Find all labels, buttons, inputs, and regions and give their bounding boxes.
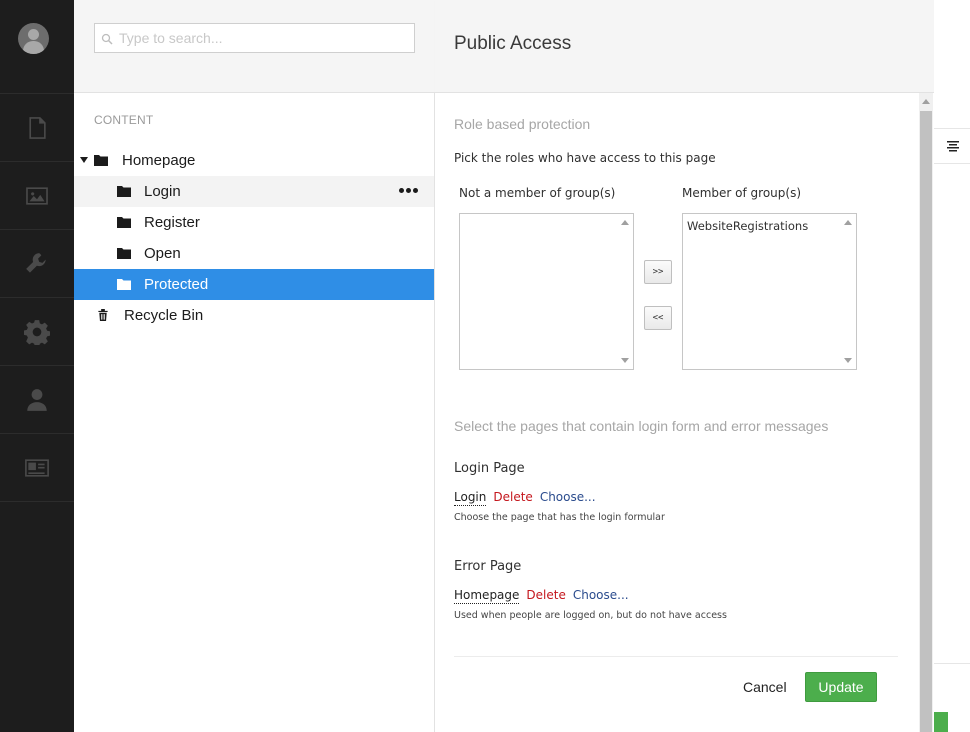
role-instructions: Pick the roles who have access to this p… — [454, 151, 716, 165]
dialog-title: Public Access — [454, 33, 572, 54]
align-icon[interactable] — [946, 139, 960, 153]
app: CONTENT Homepage Login Register Open Pro… — [0, 0, 970, 732]
pages-section-title: Select the pages that contain login form… — [454, 418, 829, 434]
login-page-value[interactable]: Login — [454, 490, 487, 506]
remove-from-group-button[interactable]: << — [644, 306, 672, 330]
tree-header — [74, 0, 435, 93]
folder-icon — [117, 217, 131, 228]
content-tree-pane: CONTENT Homepage Login Register Open Pro… — [74, 0, 435, 732]
document-icon — [29, 116, 46, 139]
tree-node-protected[interactable]: Protected — [74, 269, 434, 300]
divider — [934, 663, 970, 664]
tree-node-label: Login — [144, 183, 181, 200]
more-icon[interactable] — [399, 188, 418, 193]
rail-divider — [0, 501, 74, 502]
rail-content-button[interactable] — [0, 93, 74, 161]
background-editor-pane — [934, 0, 970, 732]
add-to-group-button[interactable]: >> — [644, 260, 672, 284]
tree-node-label: Open — [144, 245, 181, 262]
error-page-help: Used when people are logged on, but do n… — [454, 610, 727, 621]
tree-node-label: Homepage — [122, 152, 196, 169]
wrench-icon — [26, 252, 46, 273]
login-page-label: Login Page — [454, 461, 525, 476]
search-icon — [101, 33, 113, 45]
footer-divider — [454, 656, 898, 657]
login-page-help: Choose the page that has the login formu… — [454, 512, 665, 523]
tree-node-login[interactable]: Login — [74, 176, 434, 207]
editor-toolbar — [934, 128, 970, 164]
rail-users-button[interactable] — [0, 365, 74, 433]
update-button[interactable]: Update — [805, 672, 877, 702]
tree-node-register[interactable]: Register — [74, 207, 434, 238]
public-access-dialog: Public Access Role based protection Pick… — [435, 0, 934, 732]
id-card-icon — [25, 458, 49, 477]
tree-node-recycle-bin[interactable]: Recycle Bin — [74, 300, 434, 331]
rail-members-button[interactable] — [0, 433, 74, 501]
error-page-picker: Homepage Delete Choose... — [454, 588, 629, 604]
folder-icon — [117, 279, 131, 290]
gear-icon — [24, 319, 50, 345]
section-rail — [0, 0, 74, 732]
list-item[interactable]: WebsiteRegistrations — [687, 219, 808, 233]
user-icon — [27, 388, 47, 411]
folder-icon — [117, 248, 131, 259]
tree-node-label: Recycle Bin — [124, 307, 204, 324]
tree-node-open[interactable]: Open — [74, 238, 434, 269]
error-page-value[interactable]: Homepage — [454, 588, 520, 604]
cancel-button[interactable]: Cancel — [743, 679, 787, 695]
not-member-listbox[interactable] — [459, 213, 634, 370]
rail-media-button[interactable] — [0, 161, 74, 229]
dialog-header: Public Access — [435, 0, 934, 93]
image-icon — [26, 186, 48, 205]
tree-section-label: CONTENT — [94, 113, 154, 127]
member-label: Member of group(s) — [682, 186, 802, 200]
dialog-scrollbar[interactable] — [919, 93, 933, 732]
listbox-scrollbar[interactable] — [617, 214, 633, 369]
tree-node-homepage[interactable]: Homepage — [74, 145, 434, 176]
member-listbox[interactable]: WebsiteRegistrations — [682, 213, 857, 370]
error-page-label: Error Page — [454, 559, 522, 574]
folder-icon — [94, 155, 108, 166]
rail-developer-button[interactable] — [0, 297, 74, 365]
user-avatar-icon[interactable] — [18, 23, 49, 54]
listbox-scrollbar[interactable] — [840, 214, 856, 369]
tree-node-label: Protected — [144, 276, 209, 293]
scrollbar-thumb[interactable] — [920, 111, 932, 732]
error-page-choose-link[interactable]: Choose... — [573, 588, 629, 602]
search-box[interactable] — [94, 23, 415, 53]
rail-settings-button[interactable] — [0, 229, 74, 297]
scroll-up-icon[interactable] — [922, 99, 930, 104]
folder-icon — [117, 186, 131, 197]
trash-icon — [98, 309, 108, 321]
login-page-delete-link[interactable]: Delete — [493, 490, 532, 504]
tree-node-label: Register — [144, 214, 200, 231]
search-input[interactable] — [119, 29, 409, 47]
login-page-picker: Login Delete Choose... — [454, 490, 596, 506]
background-save-button[interactable] — [934, 712, 948, 732]
caret-down-icon[interactable] — [80, 157, 88, 163]
error-page-delete-link[interactable]: Delete — [526, 588, 565, 602]
not-member-label: Not a member of group(s) — [459, 186, 616, 200]
login-page-choose-link[interactable]: Choose... — [540, 490, 596, 504]
role-section-title: Role based protection — [454, 116, 591, 132]
